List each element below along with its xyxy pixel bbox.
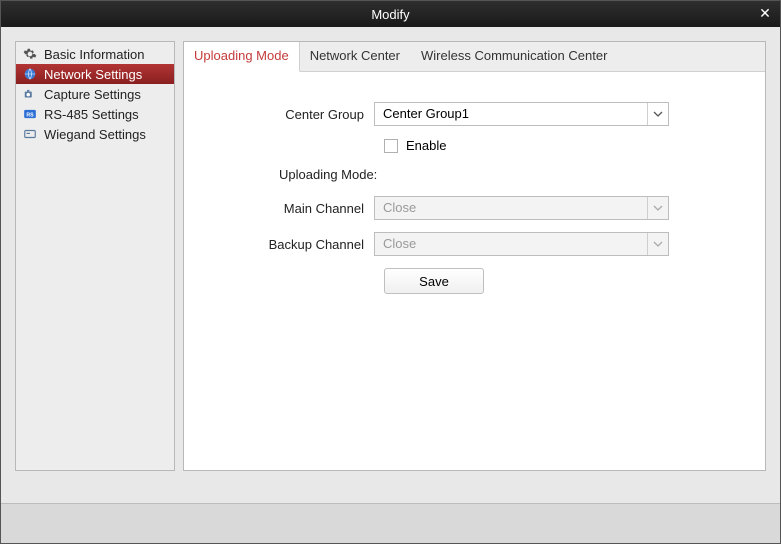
chevron-down-icon — [648, 197, 668, 219]
svg-text:RS: RS — [26, 112, 34, 118]
tabs: Uploading Mode Network Center Wireless C… — [184, 42, 765, 72]
tab-wireless-communication-center[interactable]: Wireless Communication Center — [411, 42, 618, 72]
center-group-label: Center Group — [204, 107, 374, 122]
sidebar-item-label: Network Settings — [44, 67, 142, 82]
enable-checkbox[interactable] — [384, 139, 398, 153]
titlebar: Modify ✕ — [1, 1, 780, 27]
modify-dialog: Modify ✕ Basic Information Network Setti… — [0, 0, 781, 544]
sidebar: Basic Information Network Settings Captu… — [15, 41, 175, 471]
footer — [1, 503, 780, 543]
enable-label: Enable — [406, 138, 446, 153]
sidebar-item-wiegand-settings[interactable]: Wiegand Settings — [16, 124, 174, 144]
uploading-mode-label: Uploading Mode: — [279, 167, 745, 182]
tab-uploading-mode[interactable]: Uploading Mode — [184, 42, 300, 72]
main-panel: Uploading Mode Network Center Wireless C… — [183, 41, 766, 471]
save-button[interactable]: Save — [384, 268, 484, 294]
sidebar-item-network-settings[interactable]: Network Settings — [16, 64, 174, 84]
row-main-channel: Main Channel Close — [204, 196, 745, 220]
gear-icon — [22, 46, 38, 62]
center-group-select[interactable]: Center Group1 — [374, 102, 669, 126]
tab-label: Network Center — [310, 48, 400, 63]
sidebar-item-rs485-settings[interactable]: RS RS-485 Settings — [16, 104, 174, 124]
backup-channel-select[interactable]: Close — [374, 232, 669, 256]
card-icon — [22, 126, 38, 142]
save-button-label: Save — [419, 274, 449, 289]
body: Basic Information Network Settings Captu… — [1, 27, 780, 503]
sidebar-item-label: Wiegand Settings — [44, 127, 146, 142]
close-button[interactable]: ✕ — [756, 4, 774, 22]
window-title: Modify — [371, 7, 409, 22]
tab-label: Wireless Communication Center — [421, 48, 607, 63]
chevron-down-icon — [648, 233, 668, 255]
row-enable: Enable — [384, 138, 745, 153]
sidebar-item-basic-information[interactable]: Basic Information — [16, 44, 174, 64]
camera-icon — [22, 86, 38, 102]
chevron-down-icon — [648, 103, 668, 125]
main-channel-value: Close — [375, 197, 648, 219]
sidebar-item-label: RS-485 Settings — [44, 107, 139, 122]
sidebar-item-label: Basic Information — [44, 47, 144, 62]
globe-icon — [22, 66, 38, 82]
main-channel-label: Main Channel — [204, 201, 374, 216]
tab-network-center[interactable]: Network Center — [300, 42, 411, 72]
sidebar-item-label: Capture Settings — [44, 87, 141, 102]
form: Center Group Center Group1 Enable Upload… — [184, 72, 765, 314]
tab-label: Uploading Mode — [194, 48, 289, 63]
backup-channel-label: Backup Channel — [204, 237, 374, 252]
backup-channel-value: Close — [375, 233, 648, 255]
row-backup-channel: Backup Channel Close — [204, 232, 745, 256]
sidebar-item-capture-settings[interactable]: Capture Settings — [16, 84, 174, 104]
rs-icon: RS — [22, 106, 38, 122]
main-channel-select[interactable]: Close — [374, 196, 669, 220]
center-group-value: Center Group1 — [375, 103, 648, 125]
row-center-group: Center Group Center Group1 — [204, 102, 745, 126]
